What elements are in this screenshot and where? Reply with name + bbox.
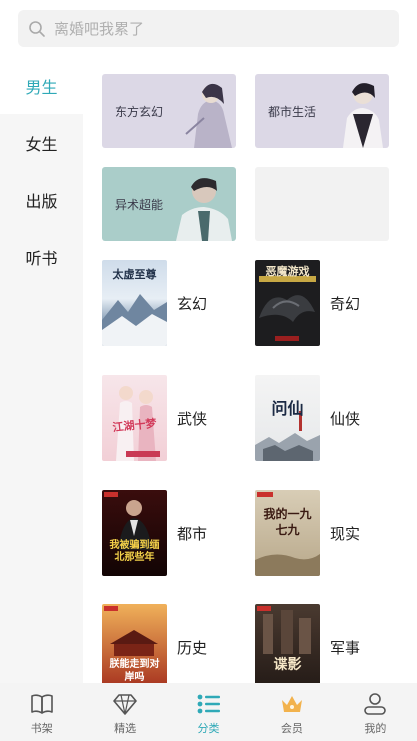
tab-label: 书架 [30,722,53,735]
search-bar[interactable] [18,10,399,47]
list-icon [197,694,220,714]
category-label: 历史 [177,638,208,657]
banner-label: 异术超能 [115,198,164,212]
book-cover: 我被骗到缅北那些年 [102,490,167,576]
category-xuanhuan[interactable]: 太虚至尊 玄幻 [102,260,207,346]
banner-eastern-fantasy[interactable]: 东方玄幻 [102,74,236,148]
book-cover: 谍影 [255,604,320,683]
tab-mine[interactable]: 我的 [334,683,417,741]
book-cover-title: 太虚至尊 [112,268,157,281]
book-cover: 我的一九七九 [255,490,320,576]
bottom-tab-bar: 书架 精选 分类 会员 我的 [0,683,417,741]
category-label: 奇幻 [330,294,361,313]
book-icon [30,694,53,714]
sidebar-item-publish[interactable]: 出版 [0,171,83,228]
category-label: 军事 [330,638,361,657]
category-content: 东方玄幻 都市生活 异术超能 太虚至尊 玄幻 恶魔游戏 奇幻 江湖十梦 武侠 问… [83,57,417,683]
book-cover-title: 我被骗到缅北那些年 [109,540,160,563]
category-label: 现实 [330,524,361,543]
search-icon [29,20,45,37]
category-label: 都市 [177,524,208,543]
category-military[interactable]: 谍影 军事 [255,604,360,683]
book-cover-title: 问仙 [271,399,304,418]
book-cover: 朕能走到对岸吗 [102,604,167,683]
tab-category[interactable]: 分类 [167,683,250,741]
book-cover: 江湖十梦 [102,375,167,461]
tab-label: 我的 [364,722,387,735]
banner-figure-image [185,83,232,148]
sidebar-item-audio[interactable]: 听书 [0,228,83,285]
tab-membership[interactable]: 会员 [250,683,333,741]
banner-figure-image [343,83,383,148]
person-icon [364,693,387,715]
book-cover: 恶魔游戏 [255,260,320,346]
book-cover-title: 朕能走到对岸吗 [109,659,160,683]
search-input[interactable] [54,19,374,38]
book-cover: 太虚至尊 [102,260,167,346]
banner-label: 东方玄幻 [115,105,164,119]
book-cover: 问仙 [255,375,320,461]
banner-city-life[interactable]: 都市生活 [255,74,389,148]
category-history[interactable]: 朕能走到对岸吗 历史 [102,604,207,683]
tab-label: 分类 [197,722,220,735]
banner-supernatural[interactable]: 异术超能 [102,167,236,241]
tab-bookshelf[interactable]: 书架 [0,683,83,741]
crown-icon [281,696,302,712]
tab-featured[interactable]: 精选 [83,683,166,741]
category-fantasy[interactable]: 恶魔游戏 奇幻 [255,260,360,346]
sidebar-item-male[interactable]: 男生 [0,57,83,114]
book-cover-title: 谍影 [273,657,302,673]
book-cover-title: 我的一九七九 [263,507,312,537]
category-label: 玄幻 [177,294,208,313]
banner-placeholder [255,167,389,241]
category-urban[interactable]: 我被骗到缅北那些年 都市 [102,490,207,576]
banner-figure-image [176,178,232,241]
category-label: 仙侠 [330,409,361,428]
tab-label: 精选 [114,722,137,735]
sidebar-item-female[interactable]: 女生 [0,114,83,171]
category-wuxia[interactable]: 江湖十梦 武侠 [102,375,207,461]
category-xianxia[interactable]: 问仙 仙侠 [255,375,360,461]
tab-label: 会员 [280,722,303,735]
category-sidebar: 男生 女生 出版 听书 [0,57,83,683]
book-cover-title: 恶魔游戏 [265,265,310,278]
diamond-icon [113,694,137,715]
category-reality[interactable]: 我的一九七九 现实 [255,490,360,576]
banner-label: 都市生活 [268,105,317,119]
category-label: 武侠 [177,409,208,428]
